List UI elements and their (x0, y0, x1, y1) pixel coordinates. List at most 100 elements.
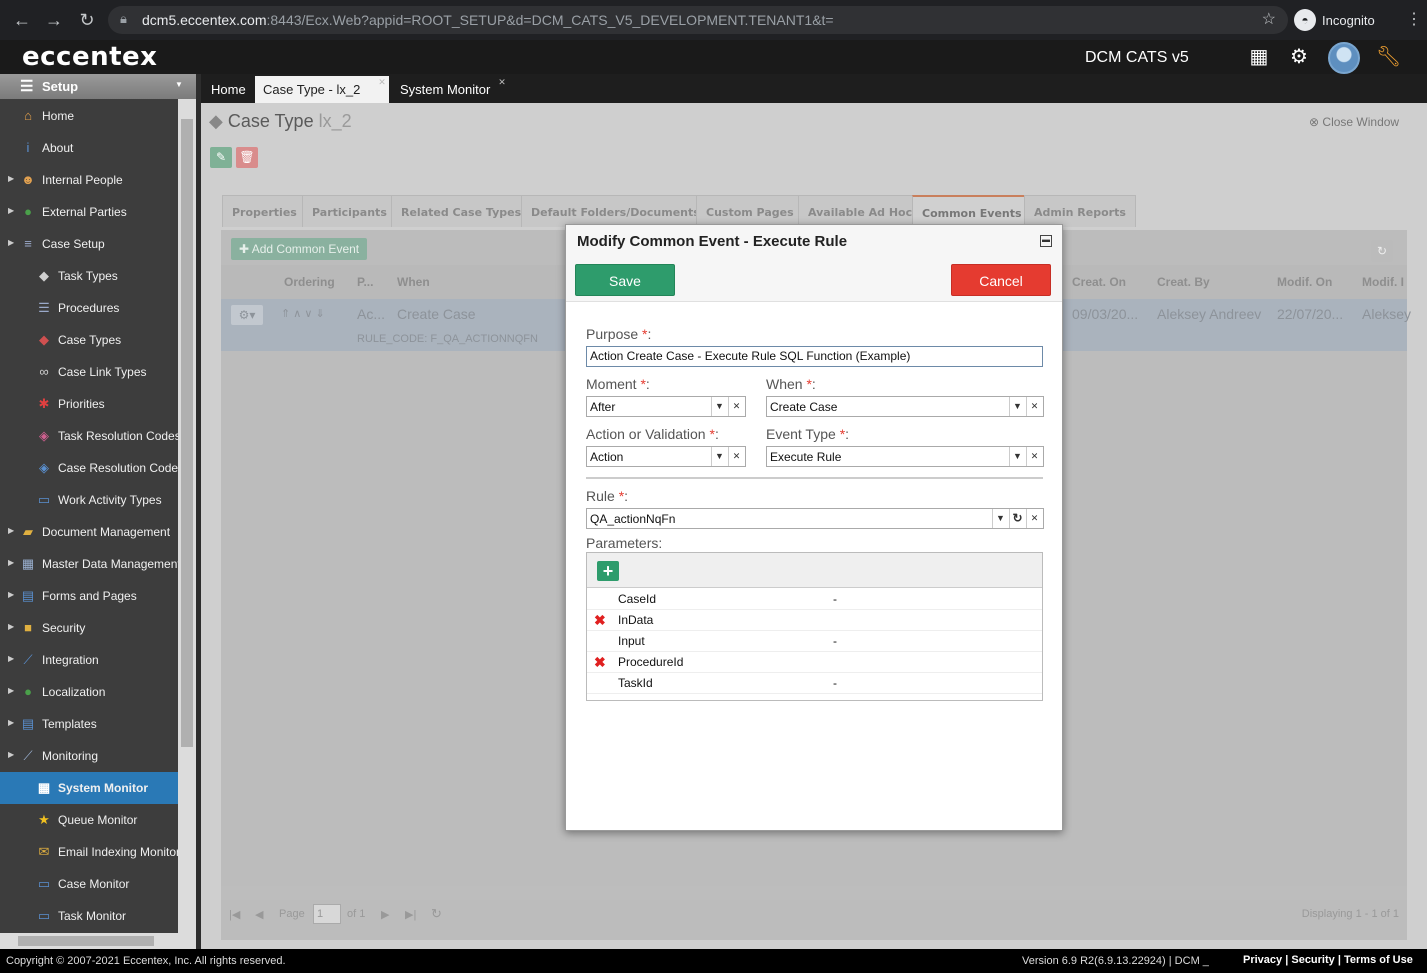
sidebar-item-case-resolution-codes[interactable]: ◈ Case Resolution Codes (0, 452, 178, 484)
column-when[interactable]: When (397, 275, 430, 289)
sidebar-item-security[interactable]: ▶ ■ Security (0, 612, 178, 644)
expand-arrow-icon[interactable]: ▶ (8, 718, 14, 727)
expand-arrow-icon[interactable]: ▶ (8, 174, 14, 183)
sidebar-item-case-link-types[interactable]: ∞ Case Link Types (0, 356, 178, 388)
reload-icon[interactable]: ↻ (75, 8, 99, 32)
row-gear-menu-icon[interactable]: ⚙▾ (231, 305, 263, 325)
sidebar-item-email-indexing-monitor[interactable]: ✉ Email Indexing Monitor (0, 836, 178, 868)
sidebar-item-work-activity-types[interactable]: ▭ Work Activity Types (0, 484, 178, 516)
wrench-icon[interactable]: 🔧︎ (1376, 46, 1401, 68)
expand-arrow-icon[interactable]: ▶ (8, 654, 14, 663)
event-type-select[interactable]: Execute Rule ▼ ✕ (766, 446, 1044, 467)
sidebar-item-localization[interactable]: ▶ ● Localization (0, 676, 178, 708)
address-bar[interactable]: 🔒︎ dcm5.eccentex.com:8443/Ecx.Web?appid=… (108, 6, 1288, 34)
expand-arrow-icon[interactable]: ▶ (8, 686, 14, 695)
chevron-down-icon[interactable]: ▼ (711, 397, 727, 416)
delete-button[interactable]: 🗑︎ (236, 147, 258, 168)
sidebar-item-queue-monitor[interactable]: ★ Queue Monitor (0, 804, 178, 836)
sidebar-item-internal-people[interactable]: ▶ ☻ Internal People (0, 164, 178, 196)
sidebar-item-integration[interactable]: ▶ ⟋ Integration (0, 644, 178, 676)
column-modified-on[interactable]: Modif. On (1277, 275, 1332, 289)
tab-participants[interactable]: Participants (302, 195, 397, 227)
when-select[interactable]: Create Case ▼ ✕ (766, 396, 1044, 417)
clear-icon[interactable]: ✕ (728, 397, 744, 416)
sidebar-horizontal-scroll-thumb[interactable] (18, 936, 154, 946)
privacy-link[interactable]: Privacy (1243, 954, 1282, 966)
column-modified-by[interactable]: Modif. I (1362, 275, 1404, 289)
edit-button[interactable]: ✎ (210, 147, 232, 168)
prev-page-icon[interactable]: ◀ (255, 908, 263, 921)
expand-arrow-icon[interactable]: ▶ (8, 558, 14, 567)
rule-select[interactable]: QA_actionNqFn ▼ ↻ ✕ (586, 508, 1044, 529)
parameter-value[interactable]: - (833, 592, 837, 606)
sidebar-item-external-parties[interactable]: ▶ ● External Parties (0, 196, 178, 228)
incognito-badge[interactable]: ◓ Incognito (1294, 6, 1375, 34)
sidebar-header[interactable]: ☰ Setup ▼ (0, 74, 196, 99)
sidebar-item-monitoring[interactable]: ▶ ⟋ Monitoring (0, 740, 178, 772)
sidebar-item-document-management[interactable]: ▶ ▰ Document Management (0, 516, 178, 548)
expand-arrow-icon[interactable]: ▶ (8, 206, 14, 215)
chevron-down-icon[interactable]: ▼ (711, 447, 727, 466)
next-page-icon[interactable]: ▶ (381, 908, 389, 921)
tab-custom-pages[interactable]: Custom Pages (696, 195, 804, 227)
parameter-value[interactable]: - (833, 676, 837, 690)
add-parameter-button[interactable]: + (597, 561, 619, 581)
save-button[interactable]: Save (575, 264, 675, 296)
refresh-icon[interactable]: ↻ (431, 906, 442, 922)
sidebar-item-forms-and-pages[interactable]: ▶ ▤ Forms and Pages (0, 580, 178, 612)
chevron-down-icon[interactable]: ▼ (1009, 397, 1025, 416)
close-tab-icon[interactable]: ✕ (377, 77, 387, 87)
sidebar-item-case-types[interactable]: ◆ Case Types (0, 324, 178, 356)
tab-system-monitor[interactable]: System Monitor ✕ (392, 76, 506, 103)
clear-icon[interactable]: ✕ (1026, 397, 1042, 416)
first-page-icon[interactable]: |◀ (229, 908, 240, 921)
security-link[interactable]: Security (1291, 954, 1334, 966)
last-page-icon[interactable]: ▶| (405, 908, 416, 921)
add-common-event-button[interactable]: ✚ Add Common Event (231, 238, 368, 260)
bookmark-star-icon[interactable]: ☆ (1262, 9, 1276, 29)
tab-admin-reports[interactable]: Admin Reports (1024, 195, 1136, 227)
clear-icon[interactable]: ✕ (728, 447, 744, 466)
parameter-row[interactable]: CaseId - (587, 589, 1042, 610)
apps-grid-icon[interactable]: ▦ (1248, 46, 1270, 68)
action-validation-select[interactable]: Action ▼ ✕ (586, 446, 746, 467)
refresh-icon[interactable]: ↻ (1371, 240, 1393, 262)
tab-home[interactable]: Home (203, 76, 254, 103)
sidebar-item-case-setup[interactable]: ▶ ≡ Case Setup (0, 228, 178, 260)
sidebar-item-templates[interactable]: ▶ ▤ Templates (0, 708, 178, 740)
sidebar-item-task-resolution-codes[interactable]: ◈ Task Resolution Codes (0, 420, 178, 452)
refresh-icon[interactable]: ↻ (1009, 509, 1025, 528)
column-created-by[interactable]: Creat. By (1157, 275, 1210, 289)
close-window-link[interactable]: ⊗ Close Window (1309, 115, 1399, 129)
tab-available-ad-hoc[interactable]: Available Ad Hoc (798, 195, 923, 227)
delete-parameter-icon[interactable]: ✖ (594, 654, 606, 671)
parameter-row[interactable]: ✖ ProcedureId (587, 652, 1042, 673)
sidebar-item-task-types[interactable]: ◆ Task Types (0, 260, 178, 292)
parameter-row[interactable]: ✖ InData (587, 610, 1042, 631)
expand-arrow-icon[interactable]: ▶ (8, 750, 14, 759)
sidebar-item-case-monitor[interactable]: ▭ Case Monitor (0, 868, 178, 900)
parameter-row[interactable]: TaskId - (587, 673, 1042, 694)
tab-case-type[interactable]: Case Type - lx_2 ✕ (255, 76, 389, 103)
expand-arrow-icon[interactable]: ▶ (8, 622, 14, 631)
minimize-icon[interactable]: ▬ (1040, 235, 1052, 247)
column-created-on[interactable]: Creat. On (1072, 275, 1126, 289)
parameter-value[interactable]: - (833, 634, 837, 648)
browser-menu-icon[interactable]: ⋮ (1406, 9, 1422, 29)
tab-common-events[interactable]: Common Events (912, 195, 1032, 227)
sidebar-item-system-monitor[interactable]: ▦ System Monitor (0, 772, 178, 804)
user-avatar[interactable] (1328, 42, 1360, 74)
tab-default-folders-documents[interactable]: Default Folders/Documents (521, 195, 710, 227)
sidebar-item-about[interactable]: i About (0, 132, 178, 164)
grid-horizontal-scrollbar[interactable] (221, 886, 1407, 900)
sidebar-item-task-monitor[interactable]: ▭ Task Monitor (0, 900, 178, 932)
expand-arrow-icon[interactable]: ▶ (8, 238, 14, 247)
sidebar-item-master-data-management[interactable]: ▶ ▦ Master Data Management (0, 548, 178, 580)
tab-properties[interactable]: Properties (222, 195, 307, 227)
chevron-down-icon[interactable]: ▼ (992, 509, 1008, 528)
sidebar-scroll-thumb[interactable] (181, 119, 193, 747)
page-number-input[interactable]: 1 (313, 904, 341, 924)
expand-arrow-icon[interactable]: ▶ (8, 590, 14, 599)
parameter-row[interactable]: Input - (587, 631, 1042, 652)
forward-icon[interactable]: → (42, 8, 66, 32)
